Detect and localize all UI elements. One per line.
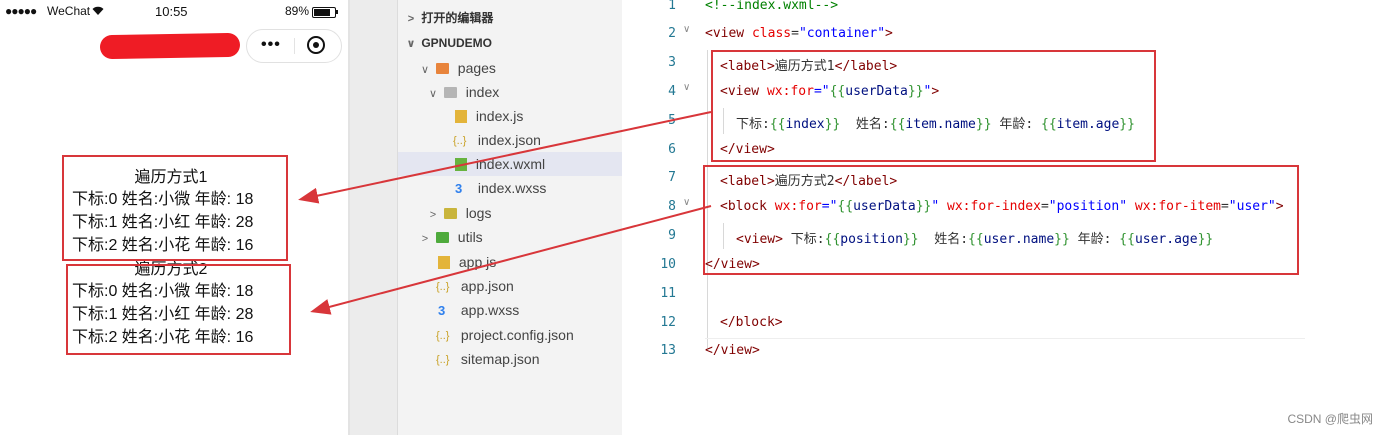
- project-root[interactable]: ∨ GPNUDEMO: [404, 31, 492, 55]
- tree-item-label: logs: [465, 205, 492, 221]
- explorer-gutter-border: [397, 0, 398, 435]
- chevron-down-icon: ∨: [428, 88, 438, 100]
- json-file-icon: {..}: [436, 354, 450, 367]
- annotation-box-code1: [711, 50, 1156, 162]
- tree-item-pages[interactable]: ∨ pages: [418, 56, 496, 80]
- folder-pages-icon: [435, 62, 449, 74]
- tree-item-label: sitemap.json: [460, 351, 540, 367]
- status-time: 10:55: [155, 4, 188, 19]
- line-number: 13: [660, 343, 676, 358]
- tree-item-label: app.json: [460, 278, 514, 294]
- battery-tip: [336, 10, 338, 14]
- watermark: CSDN @爬虫网: [1287, 412, 1373, 426]
- annotation-box-code2: [703, 165, 1299, 275]
- tree-item-index-wxml[interactable]: index.wxml: [398, 152, 622, 176]
- folder-utils-icon: [435, 231, 449, 243]
- line-number: 7: [668, 170, 676, 185]
- chevron-right-icon: >: [407, 13, 415, 25]
- wifi-icon: [92, 6, 104, 15]
- js-file-icon: [455, 109, 467, 123]
- menu-capsule: •••: [246, 29, 342, 63]
- tree-item-label: index.json: [477, 132, 541, 148]
- battery-icon: [312, 7, 336, 18]
- fold-chevron-icon[interactable]: ∨: [683, 82, 690, 93]
- signal-strength-icon: ●●●●●: [5, 4, 37, 18]
- open-editors-section[interactable]: > 打开的编辑器: [404, 6, 494, 30]
- tree-item-label: index.wxss: [477, 180, 547, 196]
- file-explorer: > 打开的编辑器 ∨ GPNUDEMO ∨ pages ∨ index inde…: [350, 0, 622, 435]
- explorer-gutter: [350, 0, 398, 435]
- editor-divider: [705, 338, 1305, 339]
- code-line-2: <view class="container">: [705, 26, 893, 41]
- json-file-icon: {..}: [453, 135, 467, 148]
- tree-item-project-config[interactable]: {..} project.config.json: [436, 323, 574, 347]
- code-line-1: <!--index.wxml-->: [705, 0, 839, 13]
- line-number: 6: [668, 142, 676, 157]
- tree-item-app-json[interactable]: {..} app.json: [436, 274, 514, 298]
- carrier-name: WeChat: [47, 4, 91, 18]
- tree-item-label: app.wxss: [460, 302, 520, 318]
- chevron-down-icon: ∨: [406, 38, 416, 50]
- code-editor[interactable]: 1 2 3 4 5 6 7 8 9 10 11 12 13 ∨ ∨ ∨ <!--…: [622, 0, 1385, 435]
- code-line-12: </block>: [720, 315, 783, 330]
- open-editors-label: 打开的编辑器: [421, 11, 494, 25]
- tree-item-index-json[interactable]: {..} index.json: [453, 128, 541, 152]
- tree-item-label: pages: [457, 60, 496, 76]
- line-number: 12: [660, 315, 676, 330]
- fold-chevron-icon[interactable]: ∨: [683, 24, 690, 35]
- tree-item-label: index.js: [475, 108, 524, 124]
- chevron-right-icon: >: [421, 233, 429, 245]
- capsule-divider: [294, 38, 295, 54]
- tree-item-index-wxss[interactable]: 3 index.wxss: [455, 176, 546, 200]
- tree-item-sitemap[interactable]: {..} sitemap.json: [436, 347, 539, 371]
- line-number: 2: [668, 26, 676, 41]
- phone-simulator: ●●●●● WeChat 10:55 89% ••• 遍历方式1 下标:0 姓名…: [0, 0, 350, 435]
- wxml-file-icon: [455, 157, 467, 171]
- line-number: 1: [668, 0, 676, 13]
- wxss-file-icon: 3: [455, 181, 463, 197]
- tree-item-app-wxss[interactable]: 3 app.wxss: [438, 298, 519, 322]
- line-number: 4: [668, 84, 676, 99]
- line-number: 3: [668, 55, 676, 70]
- folder-logs-icon: [443, 207, 457, 219]
- json-file-icon: {..}: [436, 281, 450, 294]
- fold-chevron-icon[interactable]: ∨: [683, 197, 690, 208]
- json-file-icon: {..}: [436, 330, 450, 343]
- close-miniprogram-icon[interactable]: [307, 36, 325, 54]
- tree-item-index-folder[interactable]: ∨ index: [426, 80, 499, 104]
- tree-item-label: index.wxml: [475, 156, 546, 172]
- more-options-button[interactable]: •••: [261, 36, 281, 54]
- folder-open-icon: [443, 86, 457, 98]
- js-file-icon: [438, 255, 450, 269]
- tree-item-label: index: [465, 84, 500, 100]
- line-number: 10: [660, 257, 676, 272]
- tree-item-label: project.config.json: [460, 327, 574, 343]
- line-number: 11: [660, 286, 676, 301]
- project-name: GPNUDEMO: [421, 36, 493, 50]
- annotation-box-output2: [66, 264, 291, 355]
- redacted-title-scribble: [99, 32, 241, 60]
- tree-item-logs[interactable]: > logs: [426, 201, 492, 225]
- tree-item-label: app.js: [458, 254, 497, 270]
- line-number: 8: [668, 199, 676, 214]
- tree-item-label: utils: [457, 229, 483, 245]
- line-number: 9: [668, 228, 676, 243]
- tree-item-index-js[interactable]: index.js: [455, 104, 523, 128]
- battery-percent: 89%: [285, 4, 310, 18]
- wxss-file-icon: 3: [438, 303, 446, 319]
- code-line-13: </view>: [705, 343, 760, 358]
- chevron-down-icon: ∨: [420, 64, 430, 76]
- chevron-right-icon: >: [429, 209, 437, 221]
- tree-item-utils[interactable]: > utils: [418, 225, 483, 249]
- tree-item-app-js[interactable]: app.js: [438, 250, 496, 274]
- annotation-box-output1: [62, 155, 288, 261]
- line-number: 5: [668, 113, 676, 128]
